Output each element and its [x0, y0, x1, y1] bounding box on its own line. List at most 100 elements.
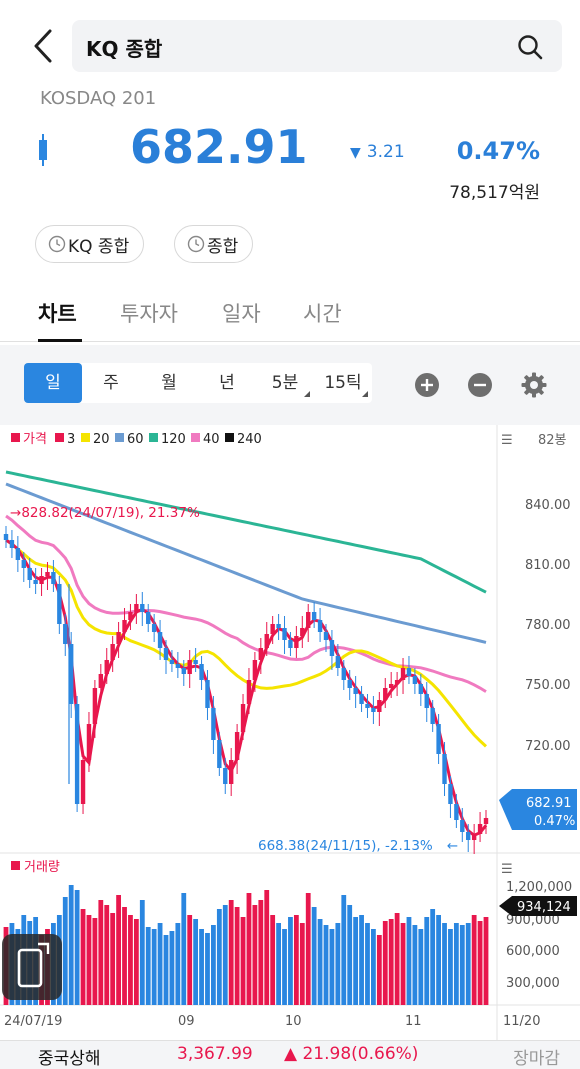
period-5min[interactable]: 5분: [256, 363, 314, 403]
volume-bar: [80, 909, 86, 1005]
market-ticker[interactable]: 중국상해 3,367.99 ▲ 21.98(0.66%) 장마감: [0, 1040, 580, 1069]
volume-bar: [305, 893, 311, 1005]
tab-time[interactable]: 시간: [303, 298, 342, 328]
candle-body: [146, 612, 151, 624]
legend-swatch: [191, 433, 200, 442]
current-price-tag: 682.91 0.47%: [499, 789, 577, 830]
price-change: ▼ 3.21: [350, 142, 405, 162]
high-annotation-text: 828.82(24/07/19), 21.37%: [21, 505, 200, 521]
candle-body: [329, 640, 335, 656]
x-tick-label: 11: [405, 1014, 422, 1029]
volume-bar: [216, 909, 222, 1005]
settings-gear-icon[interactable]: [521, 372, 547, 398]
candle-body: [323, 632, 329, 640]
candle-body: [3, 534, 9, 540]
candle-body: [217, 740, 222, 768]
volume-bar: [388, 919, 394, 1005]
candle-body: [442, 754, 447, 784]
candle-body: [187, 660, 192, 674]
candle-body: [448, 784, 453, 804]
candle-body: [80, 760, 86, 804]
candle-body: [33, 580, 38, 584]
candle-body: [21, 560, 26, 568]
volume-bar: [133, 919, 139, 1005]
search-icon[interactable]: [516, 33, 544, 61]
period-day[interactable]: 일: [24, 363, 82, 403]
candle-body: [454, 804, 459, 820]
candle-body: [157, 632, 163, 648]
tab-chart[interactable]: 차트: [38, 298, 77, 328]
clock-icon: [48, 235, 66, 253]
volume-bar: [353, 917, 359, 1005]
candle-body: [51, 572, 56, 584]
legend-label: 60: [127, 432, 144, 447]
chip-kq-composite[interactable]: KQ 종합: [35, 225, 145, 263]
candle-body: [264, 634, 269, 648]
period-month[interactable]: 월: [140, 363, 198, 403]
candle-body: [15, 548, 21, 560]
period-selector: 일 주 월 년 5분 15틱: [24, 363, 372, 403]
menu-icon[interactable]: ☰: [501, 433, 513, 448]
tab-daily[interactable]: 일자: [222, 298, 261, 328]
volume-bar: [323, 925, 329, 1005]
candle-body: [406, 668, 412, 676]
volume-bar: [282, 929, 287, 1005]
volume-bar: [199, 929, 204, 1005]
volume-bar: [359, 915, 364, 1005]
candle-body: [228, 760, 234, 784]
y-tick-label: 750.00: [525, 678, 571, 693]
back-arrow-icon[interactable]: [30, 28, 60, 64]
candle-body: [128, 612, 133, 620]
volume-bars: [3, 885, 489, 1005]
rotate-device-icon: [17, 942, 50, 988]
candle-body: [353, 688, 358, 694]
candle-body: [359, 694, 364, 704]
volume-bar: [211, 925, 216, 1005]
volume-bar: [317, 919, 323, 1005]
volume-bar: [288, 917, 293, 1005]
candle-icon[interactable]: [38, 134, 48, 166]
candle-body: [311, 612, 317, 620]
zoom-in-icon[interactable]: [414, 372, 440, 398]
volume-bar: [128, 915, 133, 1005]
period-5min-label: 5분: [271, 373, 299, 393]
volume-bar: [145, 927, 151, 1005]
candle-body: [483, 818, 489, 824]
trade-value: 78,517억원: [449, 183, 540, 203]
volume-bar: [234, 907, 240, 1005]
volume-bar: [365, 923, 370, 1005]
legend-label: 240: [237, 432, 262, 447]
volume-bar: [400, 923, 406, 1005]
price-chart[interactable]: 가격 3 20 60 120 40 240 ☰ 82봉 840.00 810.00 780.00…: [0, 425, 580, 1040]
candle-body: [466, 832, 471, 840]
volume-bar: [169, 931, 175, 1005]
active-tab-indicator: [38, 339, 82, 342]
candle-body: [383, 688, 388, 700]
candle-body: [371, 708, 376, 712]
ticker-index-value: 3,367.99: [177, 1044, 253, 1064]
zoom-out-icon[interactable]: [467, 372, 493, 398]
y-tick-label: 810.00: [525, 558, 571, 573]
period-week[interactable]: 주: [82, 363, 140, 403]
candle-body: [86, 724, 92, 760]
ma-120-line: [5, 470, 487, 594]
volume-bar: [62, 897, 68, 1005]
volume-bar: [453, 923, 459, 1005]
search-field[interactable]: KQ 종합: [72, 20, 562, 72]
candle-body: [140, 604, 145, 612]
chart-area[interactable]: 가격 3 20 60 120 40 240 ☰ 82봉 840.00 810.00 780.00…: [0, 425, 580, 1040]
rotate-screen-button[interactable]: [2, 934, 62, 1000]
chip-composite[interactable]: 종합: [174, 225, 254, 263]
volume-bar: [430, 909, 436, 1005]
period-15tick[interactable]: 15틱: [314, 363, 372, 403]
volume-bar: [205, 933, 210, 1005]
candle-body: [424, 694, 429, 708]
x-tick-label: 10: [285, 1014, 302, 1029]
candle-body: [205, 680, 210, 708]
volume-bar: [412, 925, 418, 1005]
volume-menu-icon[interactable]: ☰: [501, 862, 513, 877]
tab-investor[interactable]: 투자자: [120, 298, 178, 328]
candle-body: [294, 636, 299, 648]
period-year[interactable]: 년: [198, 363, 256, 403]
down-triangle-icon: ▼: [350, 145, 361, 161]
